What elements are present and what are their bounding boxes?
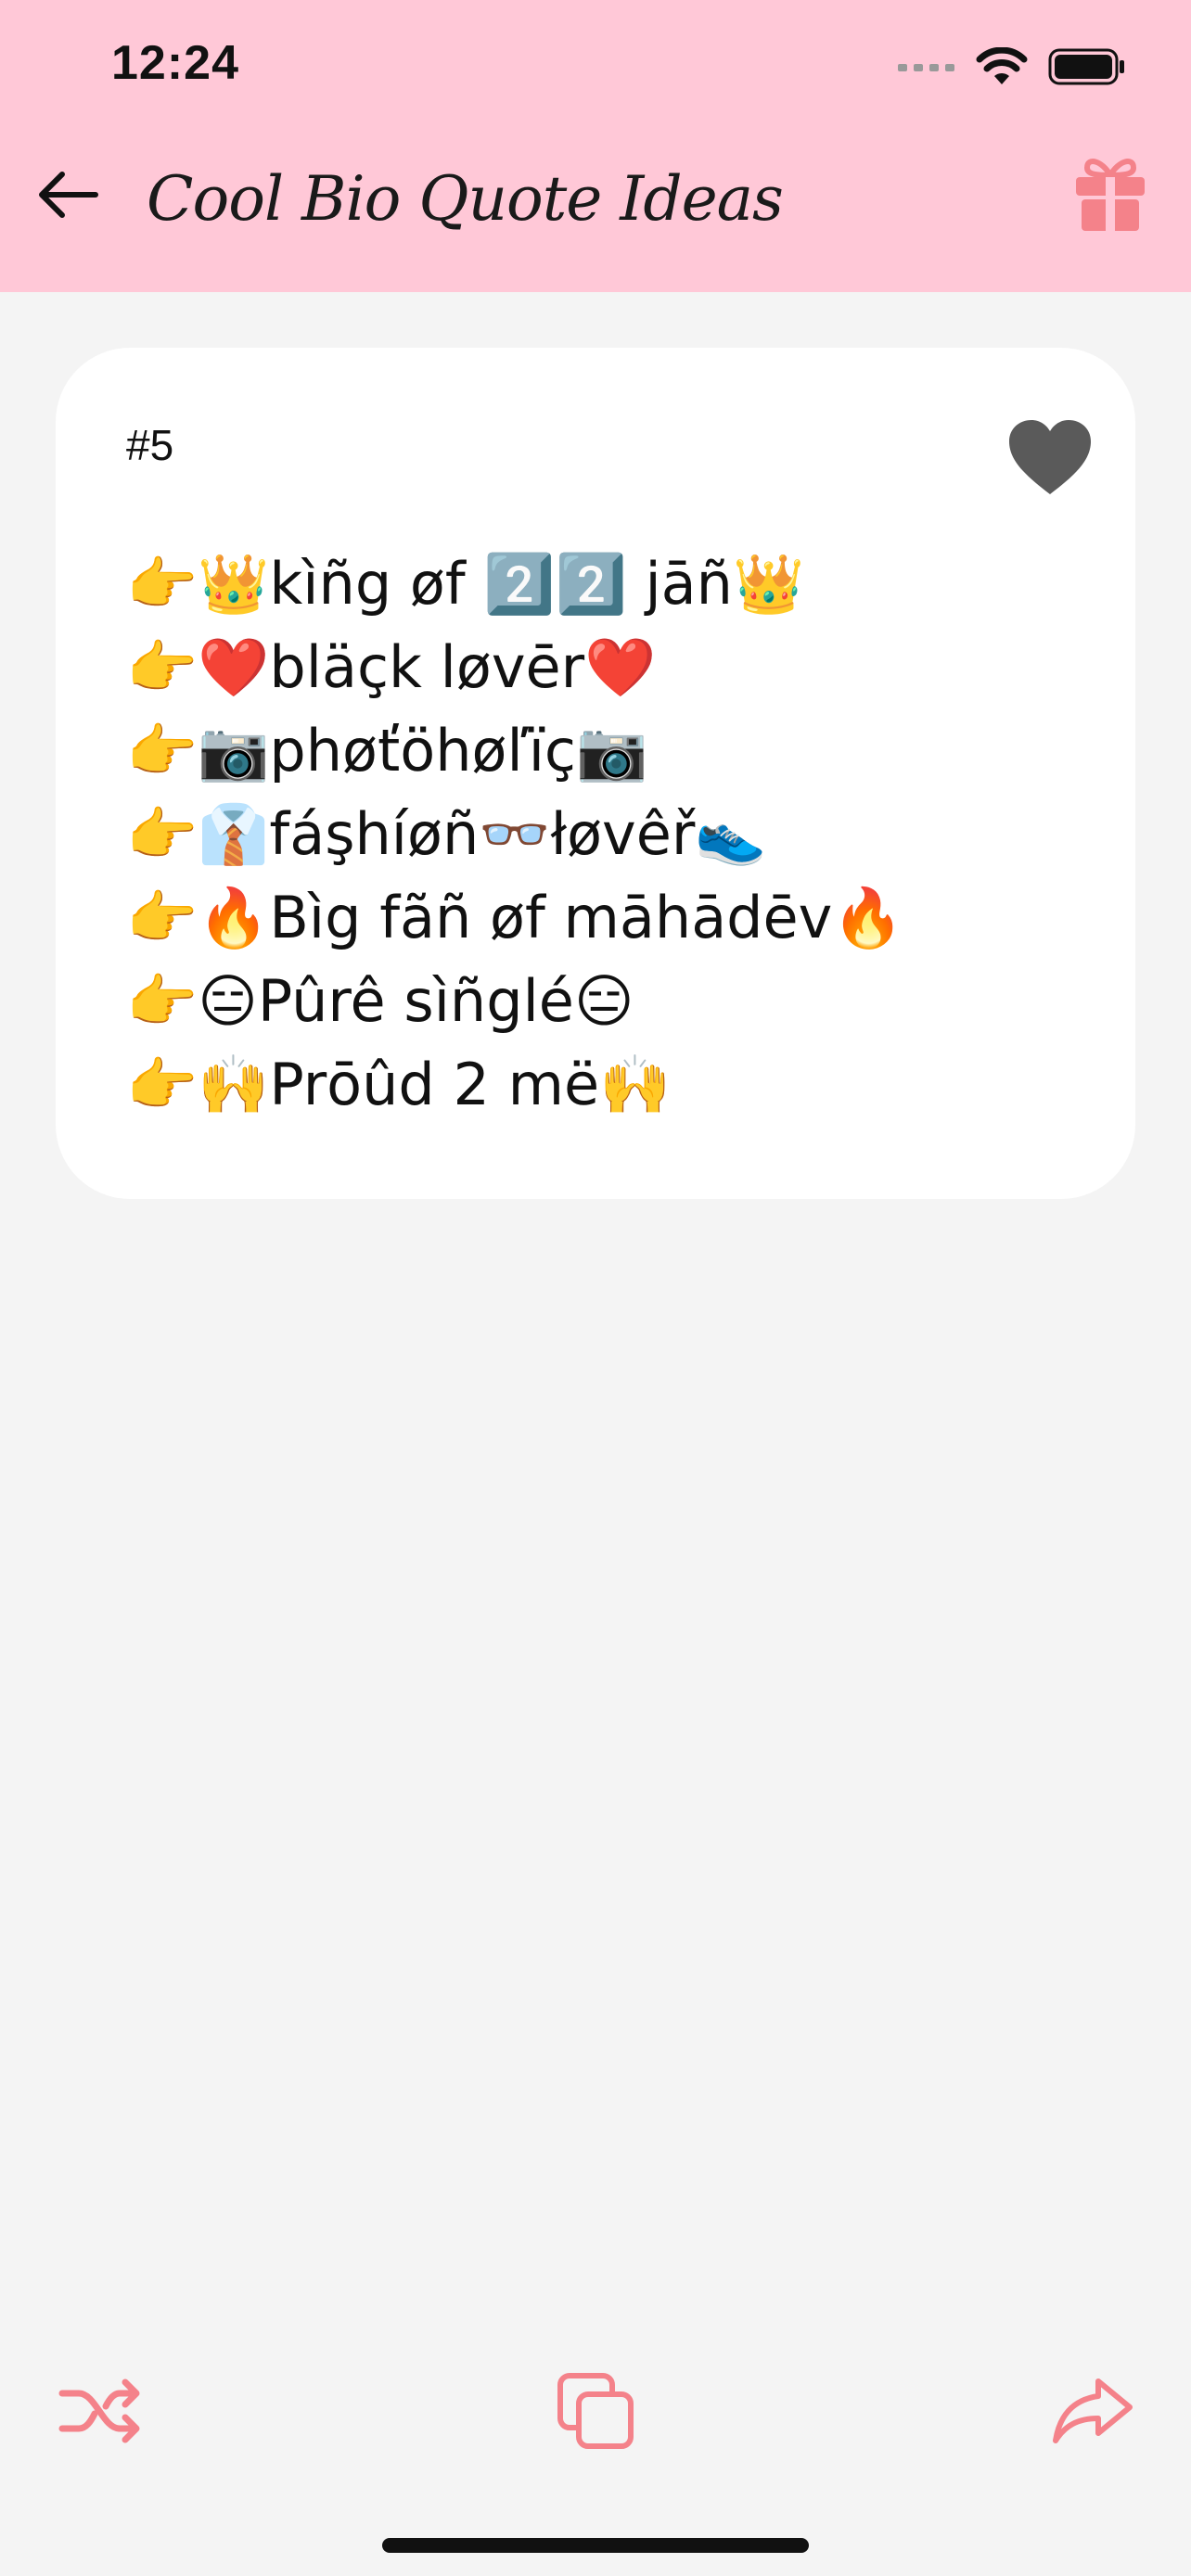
back-button[interactable] bbox=[30, 158, 104, 232]
status-icons bbox=[898, 43, 1126, 91]
quote-line: 👉😑Pûrê sìñglé😑 bbox=[126, 967, 634, 1035]
quote-line: 👉🔥Bìg fãñ øf māhādēv🔥 bbox=[126, 884, 904, 951]
wifi-icon bbox=[976, 47, 1028, 84]
favorite-button[interactable] bbox=[1005, 413, 1095, 502]
bottom-action-bar bbox=[0, 2355, 1191, 2467]
gift-button[interactable] bbox=[1069, 152, 1152, 236]
page-title: Cool Bio Quote Ideas bbox=[147, 163, 784, 235]
heart-icon bbox=[1009, 420, 1091, 494]
arrow-left-icon bbox=[39, 172, 98, 218]
copy-icon bbox=[557, 2373, 634, 2449]
gift-icon bbox=[1076, 159, 1145, 231]
quote-line: 👉❤️bläçk løvēr❤️ bbox=[126, 633, 657, 701]
app-header: 12:24 Cool Bio Quote Ideas bbox=[0, 0, 1191, 292]
status-time: 12:24 bbox=[111, 36, 239, 90]
quote-card: #5 👉👑kìñg øf 2️⃣2️⃣ jāñ👑 👉❤️bläçk løvēr❤… bbox=[56, 348, 1135, 1199]
home-indicator bbox=[382, 2538, 809, 2553]
share-button[interactable] bbox=[1046, 2365, 1139, 2457]
shuffle-icon bbox=[58, 2378, 140, 2443]
quote-line: 👉👑kìñg øf 2️⃣2️⃣ jāñ👑 bbox=[126, 550, 805, 618]
quote-line: 👉👔fáşhíøñ👓łøvêř👟 bbox=[126, 800, 767, 868]
quote-number: #5 bbox=[126, 421, 174, 469]
shuffle-button[interactable] bbox=[54, 2365, 147, 2457]
battery-icon bbox=[1048, 48, 1124, 85]
quote-text: 👉👑kìñg øf 2️⃣2️⃣ jāñ👑 👉❤️bläçk løvēr❤️ 👉… bbox=[126, 542, 1098, 1127]
quote-line: 👉🙌Prōûd 2 më🙌 bbox=[126, 1051, 672, 1118]
cellular-signal-icon bbox=[898, 64, 954, 71]
share-icon bbox=[1053, 2378, 1133, 2443]
copy-button[interactable] bbox=[549, 2365, 642, 2457]
quote-line: 👉📷phøťöhøľïç📷 bbox=[126, 717, 648, 784]
